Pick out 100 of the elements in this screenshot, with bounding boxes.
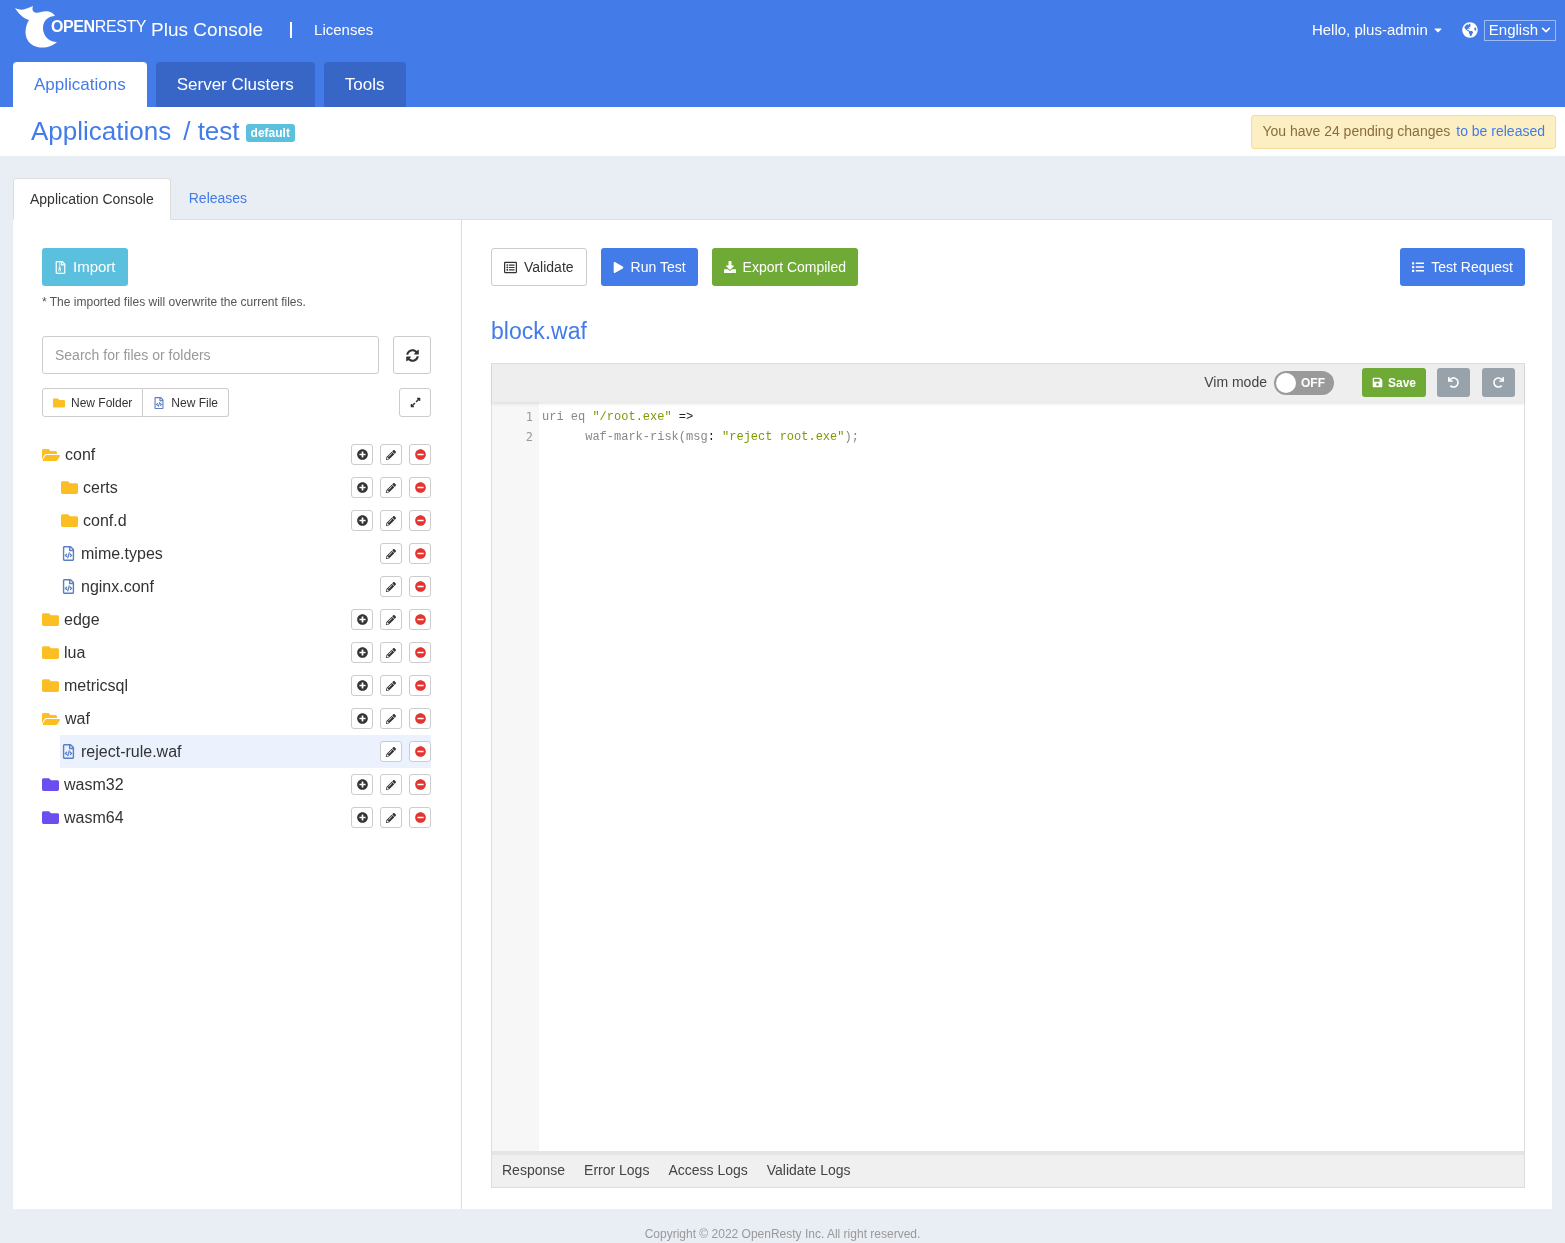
code-line: waf-mark-risk(msg: "reject root.exe"); xyxy=(584,428,860,446)
tree-item[interactable]: wasm32 xyxy=(42,768,431,801)
tree-item[interactable]: wasm64 xyxy=(42,801,431,834)
edit-button[interactable] xyxy=(380,708,402,729)
tree-item-label: conf.d xyxy=(83,510,127,531)
tree-item-label: reject-rule.waf xyxy=(81,741,182,762)
edit-button[interactable] xyxy=(380,774,402,795)
nav-tab[interactable]: Applications xyxy=(13,62,147,107)
nav-tab[interactable]: Tools xyxy=(323,62,406,107)
add-button[interactable] xyxy=(351,642,373,663)
tree-item[interactable]: lua xyxy=(42,636,431,669)
tree-item-label: conf xyxy=(65,444,96,465)
default-badge: default xyxy=(245,123,295,142)
add-button[interactable] xyxy=(351,807,373,828)
edit-button[interactable] xyxy=(380,477,402,498)
delete-button[interactable] xyxy=(409,642,431,663)
new-file-button[interactable]: New File xyxy=(143,388,230,417)
edit-button[interactable] xyxy=(380,642,402,663)
add-button[interactable] xyxy=(351,675,373,696)
pencil-icon xyxy=(386,482,396,493)
delete-button[interactable] xyxy=(409,576,431,597)
add-button[interactable] xyxy=(351,444,373,465)
delete-button[interactable] xyxy=(409,609,431,630)
add-button[interactable] xyxy=(351,510,373,531)
log-tab[interactable]: Access Logs xyxy=(668,1160,748,1181)
run-test-button[interactable]: Run Test xyxy=(600,248,698,286)
log-tab[interactable]: Validate Logs xyxy=(766,1160,851,1181)
pencil-icon xyxy=(386,581,396,592)
folder-icon xyxy=(42,809,59,826)
app-title: Plus Console xyxy=(151,17,264,42)
tree-item[interactable]: certs xyxy=(60,471,431,504)
search-field[interactable]: Search for files or folders xyxy=(42,336,379,374)
tree-item[interactable]: waf xyxy=(42,702,431,735)
pencil-icon xyxy=(386,812,396,823)
tree-item[interactable]: nginx.conf xyxy=(60,570,431,603)
add-button[interactable] xyxy=(351,477,373,498)
edit-button[interactable] xyxy=(380,576,402,597)
edit-button[interactable] xyxy=(380,444,402,465)
user-menu[interactable]: Hello, plus-admin xyxy=(1311,18,1444,42)
pencil-icon xyxy=(386,548,396,559)
delete-button[interactable] xyxy=(409,543,431,564)
tree-item-label: metricsql xyxy=(64,675,128,696)
zip-file-icon xyxy=(54,260,67,274)
log-tab[interactable]: Error Logs xyxy=(584,1160,650,1181)
delete-button[interactable] xyxy=(409,675,431,696)
validate-button[interactable]: Validate xyxy=(491,248,587,286)
refresh-button[interactable] xyxy=(393,336,431,374)
tree-item[interactable]: mime.types xyxy=(60,537,431,570)
folder-icon xyxy=(42,611,59,628)
edit-button[interactable] xyxy=(380,741,402,762)
new-folder-button[interactable]: New Folder xyxy=(42,388,144,417)
test-request-button[interactable]: Test Request xyxy=(1400,248,1525,286)
delete-button[interactable] xyxy=(409,708,431,729)
pencil-icon xyxy=(386,779,396,790)
tree-item[interactable]: conf.d xyxy=(60,504,431,537)
add-button[interactable] xyxy=(351,609,373,630)
edit-button[interactable] xyxy=(380,510,402,531)
delete-button[interactable] xyxy=(409,741,431,762)
chevron-icon xyxy=(1541,25,1551,35)
tree-item-label: waf xyxy=(65,708,90,729)
expand-button[interactable] xyxy=(399,388,431,417)
edit-button[interactable] xyxy=(380,675,402,696)
edit-button[interactable] xyxy=(380,609,402,630)
folder-icon xyxy=(61,512,78,529)
pencil-icon xyxy=(386,746,396,757)
pencil-icon xyxy=(386,713,396,724)
pencil-icon xyxy=(386,647,396,658)
download-icon xyxy=(723,261,736,273)
tree-item-label: nginx.conf xyxy=(81,576,154,597)
edit-button[interactable] xyxy=(380,807,402,828)
save-icon xyxy=(1371,377,1383,388)
delete-button[interactable] xyxy=(409,807,431,828)
undo-icon xyxy=(1448,377,1459,388)
release-link[interactable]: to be released xyxy=(1456,121,1545,142)
tree-item-label: mime.types xyxy=(81,543,163,564)
delete-button[interactable] xyxy=(409,477,431,498)
breadcrumb-current: / test xyxy=(183,115,240,148)
licenses-link[interactable]: Licenses xyxy=(314,18,374,42)
edit-button[interactable] xyxy=(380,543,402,564)
tree-item[interactable]: conf xyxy=(42,438,431,471)
tree-item[interactable]: reject-rule.waf xyxy=(60,735,431,768)
language-select[interactable]: English xyxy=(1483,19,1556,41)
delete-button[interactable] xyxy=(409,444,431,465)
redo-icon xyxy=(1493,377,1504,388)
delete-button[interactable] xyxy=(409,774,431,795)
folder-icon xyxy=(53,396,65,409)
add-button[interactable] xyxy=(351,708,373,729)
breadcrumb-link[interactable]: Applications xyxy=(31,112,172,151)
delete-button[interactable] xyxy=(409,510,431,531)
nav-tab[interactable]: Server Clusters xyxy=(155,62,315,107)
log-tab[interactable]: Response xyxy=(502,1160,566,1181)
console-tab[interactable]: Application Console xyxy=(13,178,171,220)
file-title: block.waf xyxy=(491,317,588,346)
tree-item[interactable]: metricsql xyxy=(42,669,431,702)
line-number: 2 xyxy=(525,428,533,446)
folder-icon xyxy=(61,479,78,496)
add-button[interactable] xyxy=(351,774,373,795)
pencil-icon xyxy=(386,515,396,526)
tree-item[interactable]: edge xyxy=(42,603,431,636)
globe-icon xyxy=(1461,22,1478,38)
